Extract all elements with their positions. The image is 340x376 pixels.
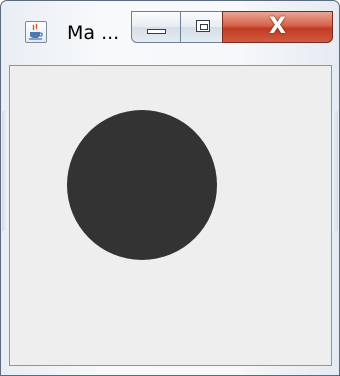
- filled-circle: [67, 110, 217, 260]
- caption-buttons: X: [131, 11, 333, 43]
- java-cup-icon[interactable]: [25, 21, 47, 43]
- window-title: Ma ...: [67, 22, 120, 44]
- drawing-panel[interactable]: [10, 66, 331, 365]
- minimize-button[interactable]: [131, 11, 181, 43]
- maximize-button[interactable]: [180, 11, 223, 43]
- frame-edge-right: [332, 111, 338, 231]
- minimize-icon: [147, 29, 166, 34]
- app-window: Ma ... X: [0, 0, 340, 376]
- title-bar[interactable]: Ma ... X: [1, 1, 339, 57]
- maximize-icon: [196, 20, 210, 32]
- close-button[interactable]: X: [222, 11, 333, 43]
- frame-edge-left: [2, 111, 8, 231]
- close-icon: X: [269, 14, 286, 39]
- content-pane: [9, 65, 332, 366]
